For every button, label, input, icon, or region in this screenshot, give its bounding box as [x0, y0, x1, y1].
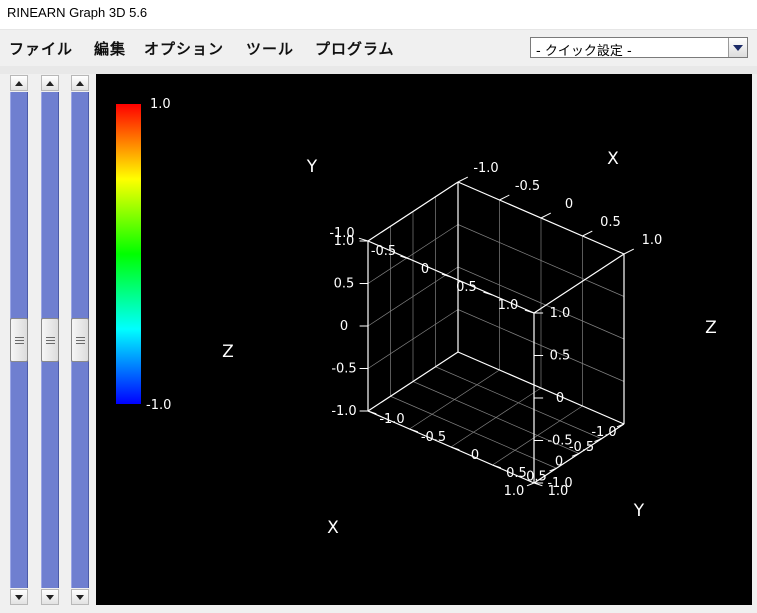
tick-mark [623, 248, 635, 255]
grid-line [450, 387, 542, 448]
window-title: RINEARN Graph 3D 5.6 [7, 5, 148, 20]
menu-program[interactable]: プログラム [315, 38, 395, 59]
tick-mark [499, 194, 510, 201]
slider-thumb[interactable] [10, 318, 28, 362]
scroll-down-arrow-icon[interactable] [41, 589, 59, 605]
tick-mark [582, 230, 593, 237]
scroll-up-arrow-icon[interactable] [10, 75, 28, 91]
menu-tools[interactable]: ツール [246, 38, 294, 59]
tick-label: 0.5 [550, 349, 571, 364]
tick-label: -1.0 [591, 425, 616, 440]
tick-label: 1.0 [550, 306, 571, 321]
tick-label: 0 [556, 391, 564, 406]
scroll-down-arrow-icon[interactable] [10, 589, 28, 605]
dropdown-arrow-icon[interactable] [728, 38, 747, 57]
axis-name-z-right: Z [705, 318, 717, 338]
slider-3[interactable] [71, 75, 89, 605]
scroll-up-arrow-icon[interactable] [71, 75, 89, 91]
slider-2[interactable] [41, 75, 59, 605]
tick-label: 0.5 [600, 215, 621, 230]
scroll-up-arrow-icon[interactable] [41, 75, 59, 91]
tick-label: 0.5 [526, 469, 547, 484]
tick-label: -0.5 [421, 430, 446, 445]
axis-name-x-bottom: X [327, 518, 339, 538]
color-bar-max-label: 1.0 [150, 97, 171, 112]
tick-label: 0 [555, 455, 563, 470]
tick-label: -1.0 [331, 404, 356, 419]
tick-label: 1.0 [504, 484, 525, 499]
tick-label: -0.5 [331, 362, 356, 377]
axis-name-x-top: X [607, 149, 619, 169]
axis-labels: -1.0-0.500.51.0-1.0-0.500.51.0-1.0-0.500… [222, 149, 717, 538]
tick-label: -0.5 [515, 179, 540, 194]
tick-label: -1.0 [547, 476, 572, 491]
tick-label: 0.5 [456, 280, 477, 295]
color-bar-min-label: -1.0 [146, 398, 171, 413]
tick-label: 0 [421, 262, 429, 277]
tick-label: 1.0 [642, 233, 663, 248]
tick-label: 0 [471, 448, 479, 463]
tick-label: 0 [565, 197, 573, 212]
scroll-down-arrow-icon[interactable] [71, 589, 89, 605]
window-titlebar: RINEARN Graph 3D 5.6 [0, 0, 757, 30]
quick-settings-select[interactable]: - クイック設定 - [530, 37, 748, 59]
tick-label: 0.5 [506, 466, 527, 481]
cube-edge [533, 253, 625, 314]
window-right-edge [752, 74, 757, 613]
tick-label: -1.0 [473, 161, 498, 176]
slider-1[interactable] [10, 75, 28, 605]
color-bar [116, 104, 141, 404]
slider-thumb[interactable] [71, 318, 89, 362]
axis-name-y-top: Y [306, 157, 318, 177]
axis-name-y-bottom: Y [633, 501, 645, 521]
window-bottom-edge [96, 605, 757, 613]
slider-thumb[interactable] [41, 318, 59, 362]
graph-3d-svg[interactable]: 1.0 -1.0 -1.0-0.500.51.0-1.0-0.500.51.0-… [96, 74, 752, 605]
tick-label: -1.0 [379, 412, 404, 427]
quick-settings-value: - クイック設定 - [536, 44, 632, 59]
graph-3d-canvas[interactable]: 1.0 -1.0 -1.0 -0.5 0 0.5 1.0 -1.0 -0.5 0 0.5 1.0-… [96, 74, 752, 605]
menu-edit[interactable]: 編集 [94, 38, 126, 59]
menu-file[interactable]: ファイル [9, 38, 73, 59]
tick-label: -0.5 [371, 244, 396, 259]
toolbar-separator [0, 66, 757, 74]
tick-label: 1.0 [498, 298, 519, 313]
tick-mark [457, 176, 469, 183]
tick-label: 1.0 [334, 234, 355, 249]
menu-options[interactable]: オプション [144, 38, 224, 59]
tick-label: 0.5 [334, 277, 355, 292]
axis-name-z-left: Z [222, 342, 234, 362]
tick-mark [540, 212, 552, 219]
tick-label: -0.5 [547, 434, 572, 449]
tick-label: 0 [340, 319, 348, 334]
